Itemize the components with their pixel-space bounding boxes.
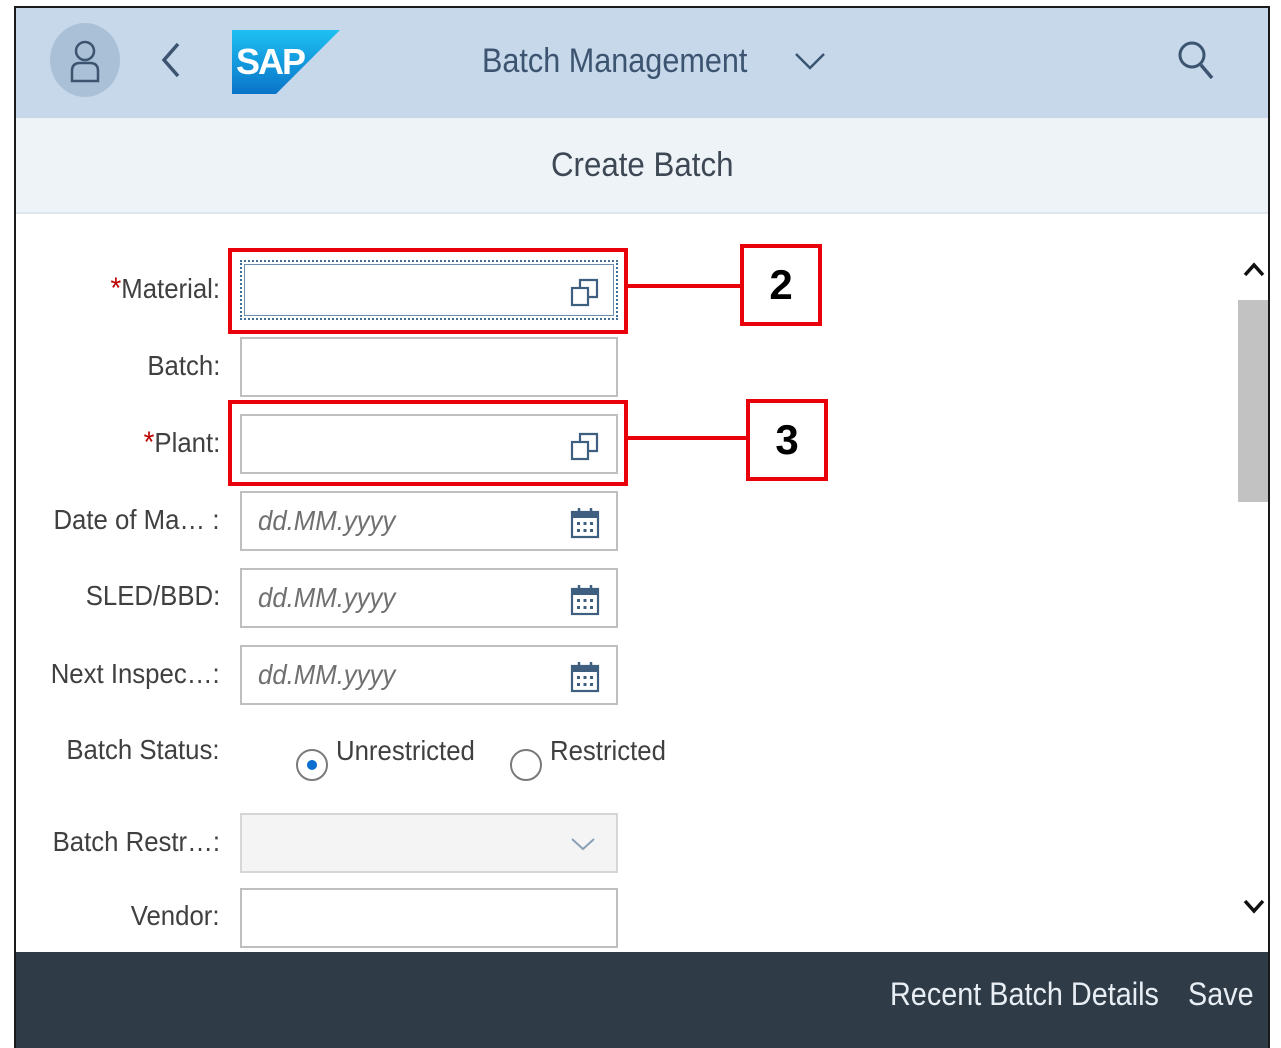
material-label-text: Material: [121, 273, 220, 304]
footer-toolbar: Recent Batch Details Save [16, 952, 1268, 1048]
recent-batch-details-button[interactable]: Recent Batch Details [890, 976, 1159, 1013]
shell-bar: SAP Batch Management [16, 8, 1268, 118]
date-placeholder: dd.MM.yyyy [258, 659, 396, 690]
date-of-manufacture-input[interactable]: dd.MM.yyyy [240, 491, 618, 551]
app-title-menu[interactable]: Batch Management [482, 38, 827, 84]
callout-number: 3 [746, 399, 828, 481]
next-inspection-input[interactable]: dd.MM.yyyy [240, 645, 618, 705]
date-of-manufacture-label: Date of Ma… : [53, 504, 220, 535]
app-frame: SAP Batch Management Create Batch *Mater… [14, 6, 1270, 1048]
user-avatar[interactable] [50, 23, 120, 97]
calendar-icon[interactable] [570, 507, 600, 539]
sled-bbd-label: SLED/BBD: [85, 580, 220, 611]
chevron-down-icon [571, 838, 595, 851]
calendar-icon[interactable] [570, 661, 600, 693]
highlight-material [228, 248, 628, 334]
radio-unrestricted[interactable]: Unrestricted [296, 735, 487, 781]
sled-bbd-input[interactable]: dd.MM.yyyy [240, 568, 618, 628]
radio-button[interactable] [510, 749, 542, 781]
scroll-up-icon[interactable] [1242, 258, 1266, 282]
vertical-scrollbar[interactable] [1238, 214, 1268, 954]
app-title: Batch Management [482, 41, 748, 80]
date-placeholder: dd.MM.yyyy [258, 505, 396, 536]
batch-status-label: Batch Status: [66, 734, 220, 765]
page-title: Create Batch [550, 145, 734, 184]
required-marker: * [143, 426, 155, 459]
radio-button-checked[interactable] [296, 749, 328, 781]
radio-label-restricted: Restricted [550, 735, 666, 766]
batch-restriction-select[interactable] [240, 813, 618, 873]
sap-logo[interactable]: SAP [232, 30, 340, 94]
page-header: Create Batch [16, 118, 1268, 214]
required-marker: * [110, 272, 122, 305]
vendor-input[interactable] [240, 888, 618, 948]
sap-logo-text: SAP [236, 41, 305, 82]
date-placeholder: dd.MM.yyyy [258, 582, 396, 613]
radio-label-unrestricted: Unrestricted [336, 735, 475, 766]
save-button[interactable]: Save [1188, 976, 1254, 1013]
batch-label: Batch: [146, 350, 220, 381]
batch-restriction-label: Batch Restr…: [52, 826, 220, 857]
calendar-icon[interactable] [570, 584, 600, 616]
next-inspection-label: Next Inspec…: [51, 658, 220, 689]
chevron-down-icon [794, 53, 825, 70]
plant-label: *Plant: [143, 426, 220, 460]
connector-line [628, 284, 740, 288]
scroll-down-icon[interactable] [1242, 894, 1266, 918]
back-arrow-icon[interactable] [156, 40, 186, 80]
search-icon[interactable] [1176, 38, 1216, 82]
material-label: *Material: [110, 272, 220, 306]
vendor-label: Vendor: [131, 900, 220, 931]
batch-input[interactable] [240, 337, 618, 397]
user-icon [70, 40, 100, 83]
callout-number: 2 [740, 244, 822, 326]
scroll-thumb[interactable] [1238, 300, 1268, 502]
plant-label-text: Plant: [154, 427, 220, 458]
connector-line [628, 436, 746, 440]
radio-restricted[interactable]: Restricted [510, 735, 676, 781]
highlight-plant [228, 400, 628, 486]
